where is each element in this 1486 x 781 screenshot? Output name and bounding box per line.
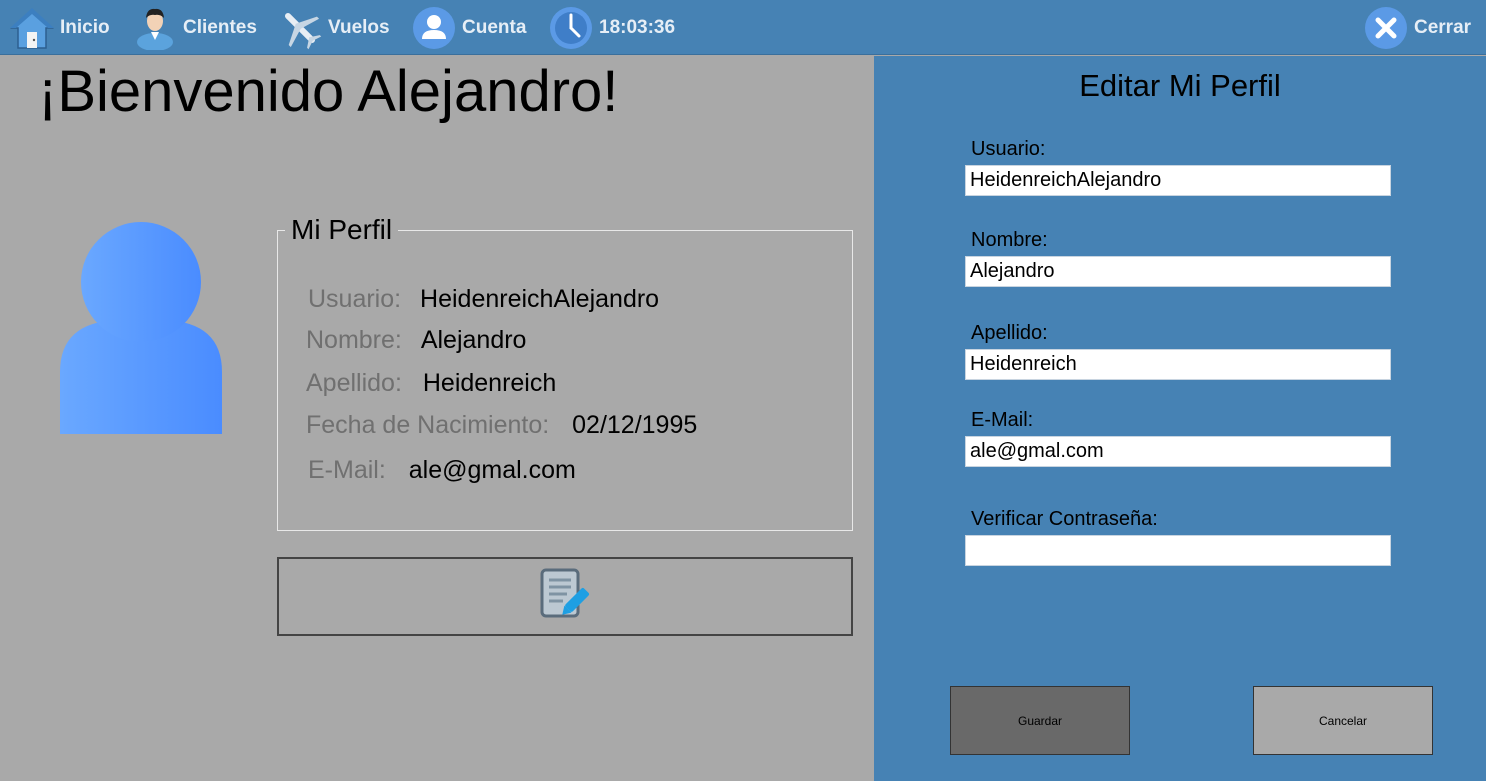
nav-inicio-label: Inicio [60, 16, 110, 38]
guardar-button[interactable]: Guardar [950, 686, 1130, 755]
profile-row-fecha-nacimiento: Fecha de Nacimiento: 02/12/1995 [306, 411, 697, 440]
field-label-email: E-Mail: [971, 409, 1034, 431]
profile-label: E-Mail: [308, 456, 386, 484]
nav-clientes[interactable]: Clientes [133, 0, 257, 55]
field-label-verificar-contrasena: Verificar Contraseña: [971, 508, 1158, 530]
edit-panel-title: Editar Mi Perfil [1079, 68, 1281, 103]
verificar-contrasena-input[interactable] [965, 535, 1391, 566]
home-icon [10, 6, 54, 50]
profile-value: HeidenreichAlejandro [420, 285, 660, 313]
user-avatar-icon [58, 222, 224, 436]
profile-row-nombre: Nombre: Alejandro [306, 326, 526, 355]
profile-label: Usuario: [308, 285, 402, 313]
profile-value: Alejandro [420, 326, 527, 354]
nav-cuenta-label: Cuenta [462, 16, 527, 38]
top-navigation-bar: Inicio Clientes Vuelos Cuenta 18:03:36 C… [0, 0, 1486, 55]
edit-profile-button[interactable] [277, 557, 853, 636]
nav-inicio[interactable]: Inicio [10, 0, 110, 55]
clock-display: 18:03:36 [549, 0, 675, 55]
field-label-nombre: Nombre: [971, 229, 1048, 251]
usuario-input[interactable] [965, 165, 1391, 196]
profile-value: Heidenreich [422, 369, 557, 397]
nav-vuelos-label: Vuelos [328, 16, 390, 38]
close-icon [1364, 6, 1408, 50]
profile-groupbox-title: Mi Perfil [285, 214, 399, 246]
profile-value: 02/12/1995 [572, 411, 698, 439]
profile-value: ale@gmal.com [408, 456, 576, 484]
apellido-input[interactable] [965, 349, 1391, 380]
clock-icon [549, 6, 593, 50]
field-label-usuario: Usuario: [971, 138, 1046, 160]
nombre-input[interactable] [965, 256, 1391, 287]
nav-cuenta[interactable]: Cuenta [412, 0, 526, 55]
airplane-icon [278, 6, 322, 50]
profile-label: Nombre: [306, 326, 402, 354]
profile-label: Fecha de Nacimiento: [306, 411, 550, 439]
clock-time: 18:03:36 [599, 16, 676, 38]
email-input[interactable] [965, 436, 1391, 467]
welcome-heading: ¡Bienvenido Alejandro! [38, 59, 619, 124]
profile-row-email: E-Mail: ale@gmal.com [308, 456, 576, 485]
profile-label: Apellido: [306, 369, 402, 397]
nav-vuelos[interactable]: Vuelos [278, 0, 390, 55]
profile-row-usuario: Usuario: HeidenreichAlejandro [308, 285, 659, 314]
nav-clientes-label: Clientes [183, 16, 257, 38]
account-icon [412, 6, 456, 50]
field-label-apellido: Apellido: [971, 322, 1048, 344]
nav-cerrar-label: Cerrar [1414, 16, 1472, 38]
edit-profile-panel: Editar Mi Perfil Usuario: Nombre: Apelli… [874, 56, 1486, 781]
person-icon [133, 6, 177, 50]
edit-document-icon [539, 568, 591, 625]
cancelar-button[interactable]: Cancelar [1253, 686, 1433, 755]
profile-row-apellido: Apellido: Heidenreich [306, 369, 556, 398]
nav-cerrar[interactable]: Cerrar [1364, 0, 1471, 55]
